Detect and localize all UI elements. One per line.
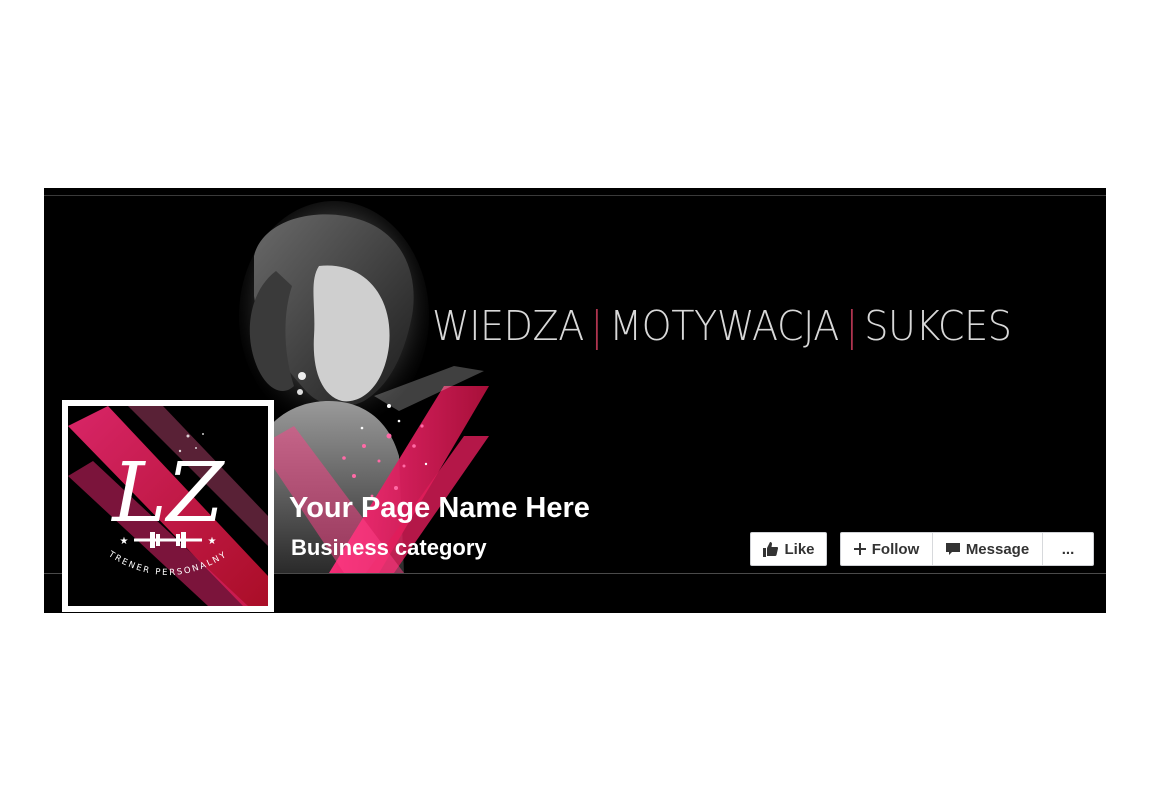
like-button[interactable]: Like <box>750 532 827 566</box>
profile-logo: LZ ★ ★ TRENER PERSONALNY <box>68 406 268 606</box>
page-category[interactable]: Business category <box>291 535 487 561</box>
follow-label: Follow <box>871 540 920 558</box>
message-label: Message <box>965 540 1030 558</box>
thumbs-up-icon <box>762 541 779 557</box>
speech-bubble-icon <box>945 542 960 556</box>
tagline-separator: | <box>845 302 858 350</box>
plus-icon <box>853 543 866 555</box>
message-button[interactable]: Message <box>933 533 1043 565</box>
page-actions-group: Follow Message ... <box>840 532 1094 566</box>
tagline-word: SUKCES <box>864 302 1012 350</box>
facebook-page-header: WIEDZA | MOTYWACJA | SUKCES Your Page Name H… <box>44 188 1106 613</box>
svg-text:★: ★ <box>208 536 217 547</box>
tagline-separator: | <box>590 302 603 350</box>
svg-text:★: ★ <box>120 536 129 547</box>
cover-tagline: WIEDZA | MOTYWACJA | SUKCES <box>432 302 1012 350</box>
profile-monogram: LZ <box>110 446 225 541</box>
like-label: Like <box>784 540 815 558</box>
more-options-button[interactable]: ... <box>1043 533 1093 565</box>
tagline-word: MOTYWACJA <box>609 302 839 350</box>
tagline-word: WIEDZA <box>432 302 584 350</box>
profile-picture[interactable]: LZ ★ ★ TRENER PERSONALNY <box>62 400 274 612</box>
follow-button[interactable]: Follow <box>841 533 933 565</box>
page-title[interactable]: Your Page Name Here <box>289 492 590 525</box>
top-strip <box>44 188 1106 196</box>
